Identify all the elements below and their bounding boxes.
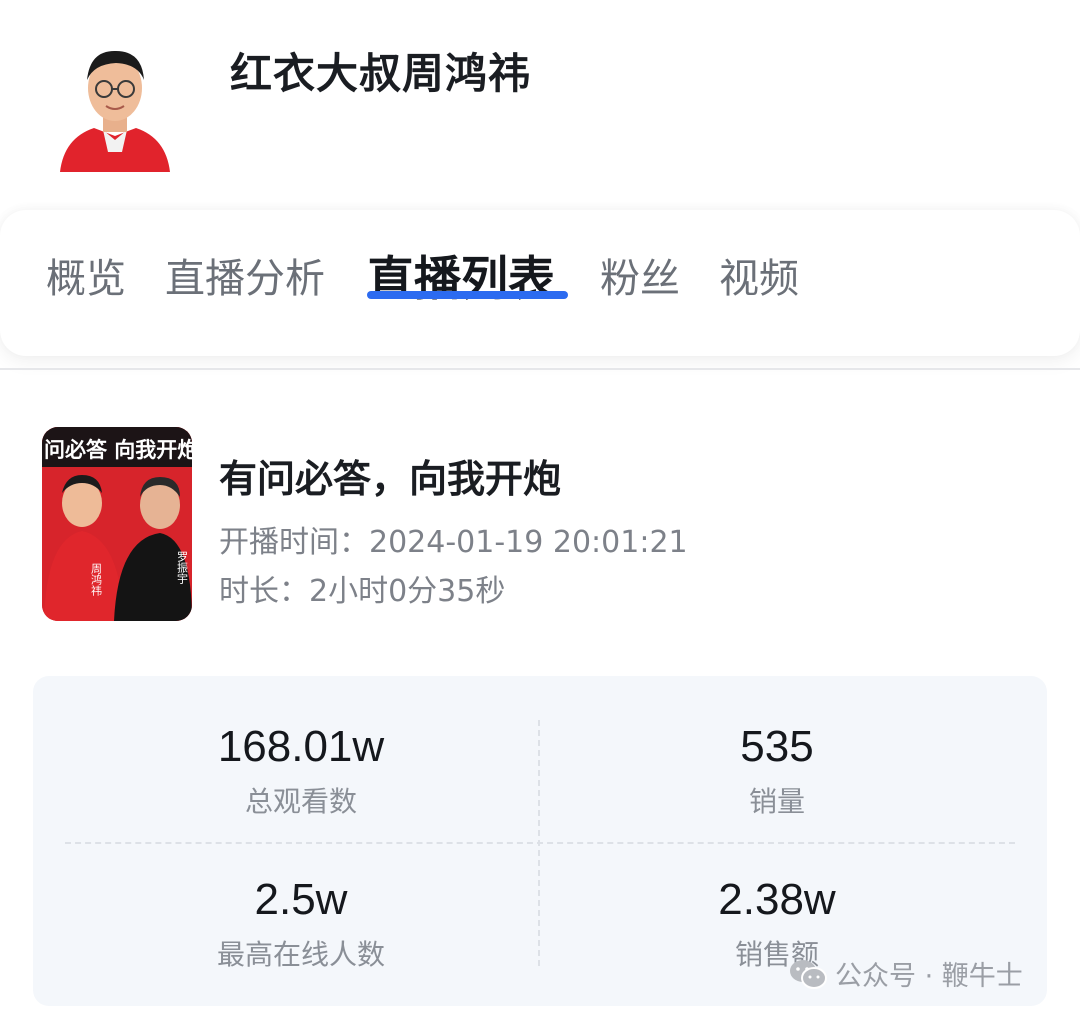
live-thumbnail-art: 问必答 向我开炮 周鸿祎 罗振宇 — [42, 427, 192, 621]
stat-value: 168.01w — [217, 722, 385, 771]
live-title[interactable]: 有问必答，向我开炮 — [219, 448, 561, 503]
thumbnail-banner-text: 问必答 向我开炮 — [44, 438, 192, 462]
profile-header: 红衣大叔周鸿祎 — [0, 0, 1080, 205]
thumbnail-name-right: 罗振宇 — [176, 551, 189, 584]
live-thumbnail[interactable]: 问必答 向我开炮 周鸿祎 罗振宇 — [42, 427, 192, 621]
thumbnail-name-left: 周鸿祎 — [90, 563, 103, 597]
stat-value: 2.38w — [718, 875, 836, 924]
avatar[interactable] — [58, 40, 172, 172]
start-time-value: 2024-01-19 20:01:21 — [369, 525, 688, 560]
watermark: 公众号 · 鞭牛士 — [789, 954, 1023, 993]
start-time-label: 开播时间： — [219, 525, 369, 560]
stat-value: 535 — [740, 722, 814, 771]
stats-divider-horizontal — [65, 842, 1015, 844]
profile-name: 红衣大叔周鸿祎 — [230, 49, 532, 98]
tab-videos[interactable]: 视频 — [719, 246, 799, 304]
stat-peak-online: 2.5w 最高在线人数 — [101, 875, 501, 973]
stat-value: 2.5w — [254, 875, 348, 924]
stat-total-views: 168.01w 总观看数 — [101, 722, 501, 820]
duration-label: 时长： — [219, 574, 309, 609]
stat-sales-volume: 535 销量 — [577, 722, 977, 820]
active-tab-indicator — [367, 291, 568, 299]
stat-label: 总观看数 — [244, 785, 357, 818]
live-start-time: 开播时间：2024-01-19 20:01:21 — [219, 517, 688, 561]
stat-label: 最高在线人数 — [216, 938, 385, 971]
watermark-text: 公众号 · 鞭牛士 — [835, 961, 1023, 992]
tab-fans[interactable]: 粉丝 — [600, 246, 680, 304]
tab-live-analysis[interactable]: 直播分析 — [165, 246, 325, 304]
section-divider — [0, 368, 1080, 370]
tab-overview[interactable]: 概览 — [46, 246, 126, 304]
duration-value: 2小时0分35秒 — [309, 574, 506, 609]
wechat-icon — [790, 959, 827, 989]
tab-bar: 概览 直播分析 直播列表 粉丝 视频 — [0, 210, 1080, 356]
stat-label: 销量 — [748, 785, 805, 818]
live-duration: 时长：2小时0分35秒 — [219, 566, 505, 610]
